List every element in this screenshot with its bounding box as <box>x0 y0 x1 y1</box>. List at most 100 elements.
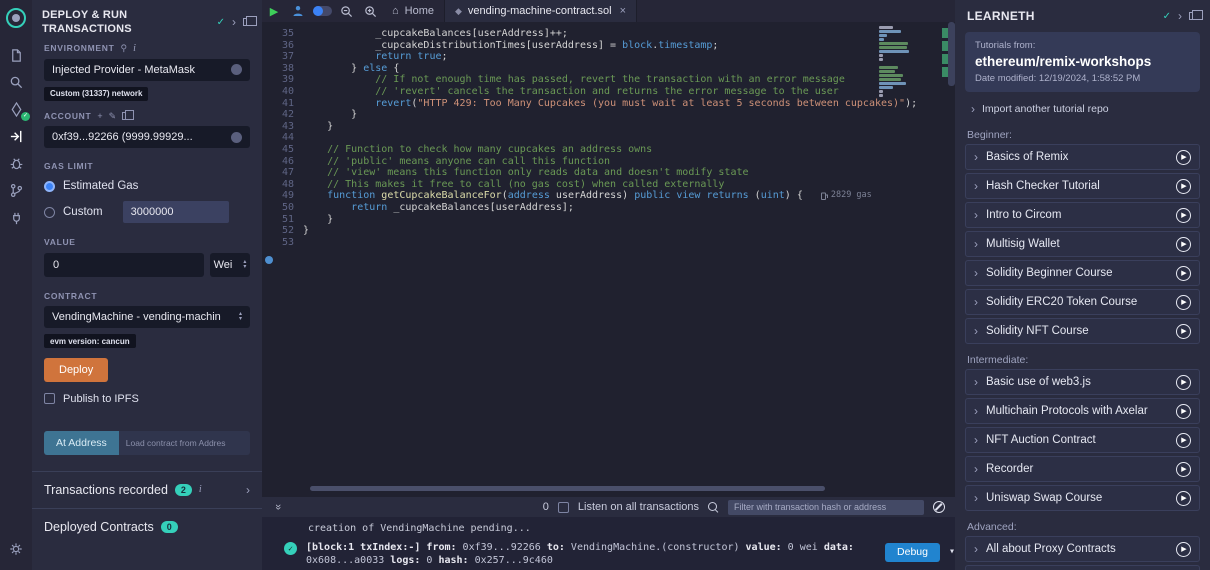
code-line[interactable]: 40 // 'revert' cancels the transaction a… <box>262 86 955 98</box>
value-input[interactable] <box>44 253 204 277</box>
close-tab-icon[interactable]: × <box>620 5 626 17</box>
code-line[interactable]: 49 function getCupcakeBalanceFor(address… <box>262 190 955 202</box>
terminal-filter-input[interactable] <box>728 500 924 515</box>
estimated-gas-option[interactable]: Estimated Gas <box>32 180 262 192</box>
listen-all-transactions-checkbox[interactable] <box>558 502 569 513</box>
copy-account-icon[interactable] <box>122 112 129 120</box>
code-line[interactable]: 45 // Function to check how many cupcake… <box>262 144 955 156</box>
tutorial-item[interactable]: ›Recorder▶ <box>965 456 1200 482</box>
zoom-in-icon[interactable] <box>358 0 382 22</box>
at-address-input[interactable] <box>119 431 250 455</box>
tutorial-item[interactable]: ›Hash Checker Tutorial▶ <box>965 173 1200 199</box>
transaction-log-entry[interactable]: ✓ [block:1 txIndex:-] from: 0xf39...9226… <box>308 541 955 567</box>
tutorial-item[interactable]: ›Solidity Beginner Course▶ <box>965 260 1200 286</box>
custom-gas-input[interactable] <box>123 201 229 223</box>
contract-select[interactable]: VendingMachine - vending-machin ▴▾ <box>44 306 250 328</box>
learneth-popout-icon[interactable] <box>1189 12 1198 20</box>
estimated-gas-radio[interactable] <box>44 181 55 192</box>
custom-gas-radio[interactable] <box>44 207 55 218</box>
popout-panel-icon[interactable] <box>243 18 252 26</box>
run-script-icon[interactable]: ▶ <box>262 0 286 22</box>
at-address-button[interactable]: At Address <box>44 431 119 455</box>
transactions-info-icon[interactable]: i <box>199 484 202 495</box>
start-tutorial-play-icon[interactable]: ▶ <box>1176 237 1191 252</box>
editor-vertical-scrollbar[interactable] <box>948 22 955 86</box>
tutorial-item[interactable]: ›Basics of Remix▶ <box>965 144 1200 170</box>
editor-horizontal-scrollbar[interactable] <box>310 486 825 491</box>
value-unit-select[interactable]: Wei ▴▾ <box>210 253 250 277</box>
start-tutorial-play-icon[interactable]: ▶ <box>1176 208 1191 223</box>
tutorial-item[interactable]: ›Multisig Wallet▶ <box>965 231 1200 257</box>
minimap[interactable] <box>879 26 909 102</box>
zoom-out-icon[interactable] <box>334 0 358 22</box>
code-line[interactable]: 53 <box>262 237 955 249</box>
terminal-expand-icon[interactable]: » <box>272 501 284 513</box>
publish-ipfs-row[interactable]: Publish to IPFS <box>32 393 262 405</box>
tutorial-item[interactable]: ›Solidity ERC20 Token Course▶ <box>965 289 1200 315</box>
tutorial-item[interactable]: ›Solidity NFT Course▶ <box>965 318 1200 344</box>
start-tutorial-play-icon[interactable]: ▶ <box>1176 266 1191 281</box>
start-tutorial-play-icon[interactable]: ▶ <box>1176 324 1191 339</box>
plugin-manager-icon[interactable] <box>0 204 32 231</box>
gas-estimate-widget[interactable]: 2829 gas <box>821 190 872 202</box>
code-line[interactable]: 41 revert("HTTP 429: Too Many Cupcakes (… <box>262 98 955 110</box>
import-tutorial-repo-link[interactable]: › Import another tutorial repo <box>955 92 1210 117</box>
add-account-icon[interactable]: + <box>97 112 102 121</box>
code-line[interactable]: 43 } <box>262 121 955 133</box>
tab-home[interactable]: ⌂ Home <box>382 0 445 22</box>
panel-expand-icon[interactable]: › <box>232 16 236 28</box>
start-tutorial-play-icon[interactable]: ▶ <box>1176 433 1191 448</box>
code-line[interactable]: 46 // 'public' means anyone can call thi… <box>262 156 955 168</box>
code-line[interactable]: 50 return _cupcakeBalances[userAddress]; <box>262 202 955 214</box>
code-line[interactable]: 47 // 'view' means this function only re… <box>262 167 955 179</box>
deploy-button[interactable]: Deploy <box>44 358 108 382</box>
sign-message-icon[interactable]: ✎ <box>109 112 117 121</box>
file-explorer-icon[interactable] <box>0 42 32 69</box>
environment-info-icon[interactable]: i <box>133 43 136 54</box>
code-line[interactable]: 44 <box>262 132 955 144</box>
code-line[interactable]: 48 // This makes it free to call (no gas… <box>262 179 955 191</box>
tutorial-item[interactable]: ›Uniswap Swap Course▶ <box>965 485 1200 511</box>
debug-button[interactable]: Debug <box>885 543 940 562</box>
editor-toggle[interactable] <box>310 0 334 22</box>
code-line[interactable]: 52} <box>262 225 955 237</box>
settings-icon[interactable] <box>0 535 32 562</box>
tutorial-item[interactable]: ›Basic use of web3.js▶ <box>965 369 1200 395</box>
debugger-icon[interactable] <box>0 150 32 177</box>
code-line[interactable]: 38 } else { <box>262 63 955 75</box>
tutorial-item[interactable]: ›Multichain Protocols with Axelar▶ <box>965 398 1200 424</box>
code-line[interactable]: 51 } <box>262 214 955 226</box>
environment-select[interactable]: Injected Provider - MetaMask <box>44 59 250 81</box>
deploy-run-icon[interactable] <box>0 123 32 150</box>
fork-state-icon[interactable]: ⚲ <box>121 44 128 53</box>
start-tutorial-play-icon[interactable]: ▶ <box>1176 295 1191 310</box>
clear-console-icon[interactable] <box>933 501 945 513</box>
deployed-contracts-row[interactable]: Deployed Contracts 0 <box>32 509 262 545</box>
account-select[interactable]: 0xf39...92266 (9999.99929... <box>44 126 250 148</box>
start-tutorial-play-icon[interactable]: ▶ <box>1176 375 1191 390</box>
accessibility-user-icon[interactable] <box>286 0 310 22</box>
start-tutorial-play-icon[interactable]: ▶ <box>1176 150 1191 165</box>
tab-file-vending-machine-contract[interactable]: ◆ vending-machine-contract.sol × <box>445 0 637 22</box>
transactions-recorded-row[interactable]: Transactions recorded 2 i › <box>32 472 262 508</box>
code-line[interactable]: 37 return true; <box>262 51 955 63</box>
terminal-search-icon[interactable] <box>708 502 719 513</box>
tutorial-item[interactable]: ›▶ <box>965 565 1200 570</box>
solidity-compiler-icon[interactable]: ✓ <box>0 96 32 123</box>
tutorial-item[interactable]: ›NFT Auction Contract▶ <box>965 427 1200 453</box>
tutorial-item[interactable]: ›All about Proxy Contracts▶ <box>965 536 1200 562</box>
code-line[interactable]: 42 } <box>262 109 955 121</box>
custom-gas-option[interactable]: Custom <box>32 201 262 223</box>
start-tutorial-play-icon[interactable]: ▶ <box>1176 491 1191 506</box>
code-editor[interactable]: 35 _cupcakeBalances[userAddress]++;36 _c… <box>262 22 955 497</box>
start-tutorial-play-icon[interactable]: ▶ <box>1176 179 1191 194</box>
publish-ipfs-checkbox[interactable] <box>44 393 55 404</box>
learneth-expand-icon[interactable]: › <box>1178 10 1182 22</box>
remix-logo-icon[interactable] <box>6 8 26 28</box>
code-line[interactable]: 39 // If not enough time has passed, rev… <box>262 74 955 86</box>
tutorial-item[interactable]: ›Intro to Circom▶ <box>965 202 1200 228</box>
code-line[interactable]: 36 _cupcakeDistributionTimes[userAddress… <box>262 40 955 52</box>
start-tutorial-play-icon[interactable]: ▶ <box>1176 542 1191 557</box>
code-line[interactable]: 35 _cupcakeBalances[userAddress]++; <box>262 28 955 40</box>
start-tutorial-play-icon[interactable]: ▶ <box>1176 462 1191 477</box>
